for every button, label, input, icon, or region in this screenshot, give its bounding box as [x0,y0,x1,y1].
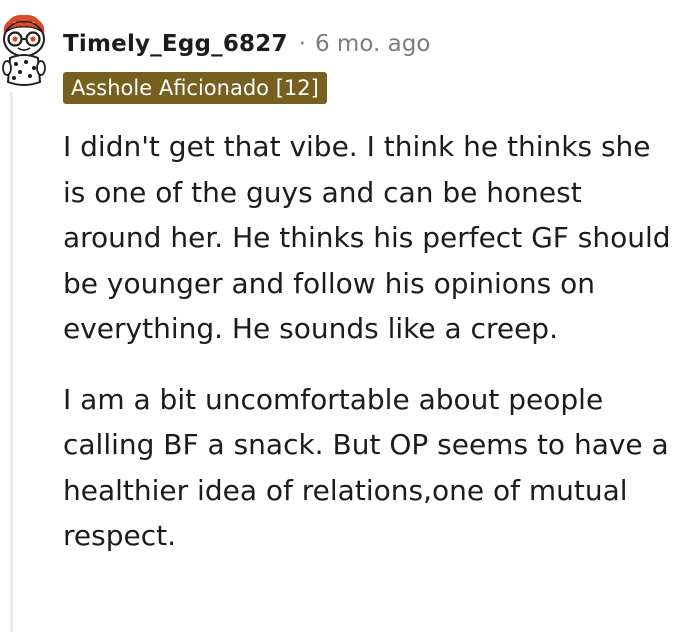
comment-paragraph: I didn't get that vibe. I think he think… [63,130,671,345]
comment-header: Timely_Egg_6827 · 6 mo. ago [63,24,430,64]
reddit-snoo-avatar-icon [2,14,46,86]
comment-timestamp[interactable]: 6 mo. ago [315,31,430,57]
separator-dot: · [298,31,306,57]
user-flair: Asshole Aficionado [12] [63,72,327,104]
thread-line[interactable] [10,92,13,632]
username-link[interactable]: Timely_Egg_6827 [63,31,288,57]
comment-paragraph: I am a bit uncomfortable about people ca… [63,382,669,553]
comment-body: I didn't get that vibe. I think he think… [63,124,675,559]
user-avatar[interactable] [0,12,48,92]
